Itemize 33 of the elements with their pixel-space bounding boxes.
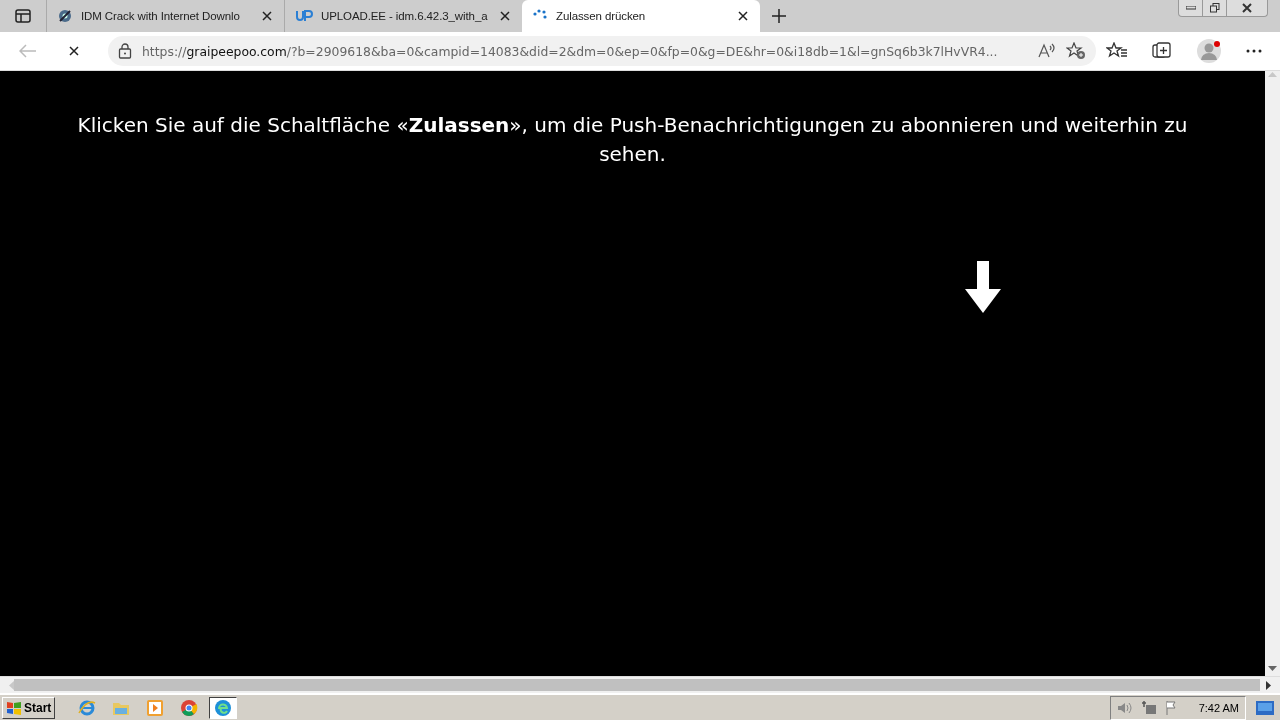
taskbar-app[interactable] bbox=[209, 697, 238, 719]
upload-logo-icon bbox=[295, 10, 313, 22]
browser-tab[interactable]: Zulassen drücken bbox=[522, 0, 760, 32]
clock: 7:42 AM bbox=[1198, 702, 1239, 714]
ie-icon bbox=[78, 699, 97, 717]
scroll-right-icon[interactable] bbox=[1266, 680, 1272, 690]
more-icon[interactable] bbox=[1246, 49, 1262, 53]
url-text: https://graipeepoo.com/?b=2909618&ba=0&campid=14083&did=2&dm=0&ep=0&fp=0&g=DE&hr=0&i18db=1&l=gnSq6b3k7lHvVR4... bbox=[142, 43, 999, 59]
close-icon[interactable] bbox=[736, 9, 750, 23]
tab-title: Zulassen drücken bbox=[556, 10, 647, 22]
star-plus-icon[interactable] bbox=[1066, 42, 1086, 60]
folder-icon bbox=[112, 700, 131, 716]
windows-logo-icon bbox=[6, 700, 22, 716]
tab-title: IDM Crack with Internet Downlo bbox=[81, 10, 241, 22]
lock-icon bbox=[118, 43, 132, 59]
gear-icon bbox=[57, 8, 73, 24]
start-button[interactable]: Start bbox=[2, 697, 56, 719]
down-arrow-icon bbox=[962, 261, 1004, 313]
edge-icon bbox=[214, 699, 233, 717]
subscribe-message: Klicken Sie auf die Schaltfläche «Zulassen», um die Push-Benachrichtigungen zu abonnieren und weiterhin zu sehen. bbox=[76, 112, 1189, 168]
network-icon[interactable] bbox=[1140, 701, 1157, 715]
read-aloud-icon[interactable] bbox=[1038, 43, 1056, 59]
close-icon[interactable] bbox=[498, 9, 512, 23]
chrome-icon bbox=[180, 699, 199, 717]
close-icon[interactable] bbox=[260, 9, 274, 23]
tab-title: UPLOAD.EE - idm.6.42.3_with_a bbox=[321, 10, 489, 22]
media-player-icon bbox=[146, 699, 165, 717]
scroll-down-icon[interactable] bbox=[1268, 666, 1277, 672]
scrollbar-thumb[interactable] bbox=[14, 679, 1260, 691]
favorites-icon[interactable] bbox=[1106, 42, 1128, 60]
collections-icon[interactable] bbox=[1152, 42, 1172, 60]
address-bar[interactable]: https://graipeepoo.com/?b=2909618&ba=0&campid=14083&did=2&dm=0&ep=0&fp=0&g=DE&hr=0&i18db=1&l=gnSq6b3k7lHvVR4... bbox=[108, 36, 1096, 66]
profile-avatar-icon[interactable] bbox=[1196, 38, 1222, 64]
